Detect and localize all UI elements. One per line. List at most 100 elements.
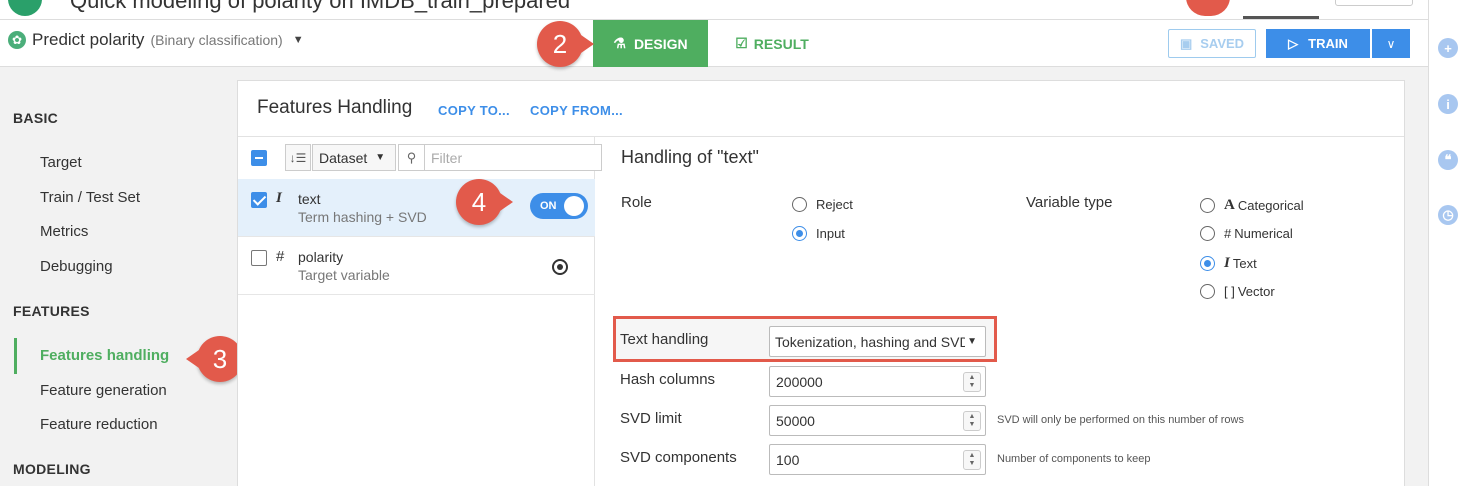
variable-type-radio-vector[interactable]: [ ] Vector: [1200, 284, 1275, 299]
analysis-title: Quick modeling of polarity on IMDB_train…: [70, 0, 571, 13]
text-handling-select[interactable]: Tokenization, hashing and SVD ▼: [769, 326, 986, 357]
svd-components-label: SVD components: [620, 449, 737, 466]
target-icon: [552, 259, 568, 275]
copy-from-link[interactable]: COPY FROM...: [530, 103, 623, 118]
left-navigation: BASIC Target Train / Test Set Metrics De…: [0, 68, 237, 486]
saved-button[interactable]: ▣ SAVED: [1168, 29, 1256, 58]
tab-result-label: RESULT: [753, 35, 809, 52]
nav-item-debugging[interactable]: Debugging: [40, 258, 113, 275]
nav-item-feature-reduction[interactable]: Feature reduction: [40, 416, 158, 433]
role-label: Role: [621, 194, 652, 211]
copy-to-link[interactable]: COPY TO...: [438, 103, 510, 118]
model-type: (Binary classification): [150, 32, 283, 48]
train-dropdown-button[interactable]: ∨: [1372, 29, 1410, 58]
nav-section-modeling: MODELING: [13, 461, 91, 477]
numerical-icon: #: [1224, 226, 1232, 241]
filter-input[interactable]: [425, 146, 595, 169]
nav-section-features: FEATURES: [13, 303, 90, 319]
feature-row-text[interactable]: I text Term hashing + SVD ON: [238, 179, 595, 237]
feature-checkbox[interactable]: [251, 250, 267, 266]
svd-components-input[interactable]: 100 ▲ ▼: [769, 444, 986, 475]
text-type-icon: I: [276, 190, 282, 206]
svd-limit-value: 50000: [776, 412, 815, 429]
nav-item-metrics[interactable]: Metrics: [40, 223, 88, 240]
app-logo[interactable]: [8, 0, 42, 16]
details-title: Handling of "text": [621, 147, 759, 167]
train-button[interactable]: ▷ TRAIN: [1266, 29, 1370, 58]
header-action-button[interactable]: [1335, 0, 1413, 6]
feature-list-toolbar: ↓☰ Dataset ▼ ⚲: [238, 137, 602, 177]
numerical-type-icon: #: [276, 248, 285, 265]
variable-type-radio-numerical[interactable]: # Numerical: [1200, 226, 1293, 241]
radio-button[interactable]: [1200, 226, 1215, 241]
play-icon: ▷: [1288, 35, 1299, 51]
dataset-sort-select[interactable]: Dataset ▼: [312, 144, 396, 171]
feature-details: Handling of "text" Role Reject Input Var…: [596, 137, 1404, 486]
nav-section-basic: BASIC: [13, 110, 59, 126]
discussion-icon[interactable]: ❝: [1438, 150, 1458, 170]
radio-label: Input: [816, 226, 845, 241]
tab-design[interactable]: ⚗ DESIGN: [593, 20, 708, 67]
toggle-label: ON: [540, 200, 557, 212]
role-radio-input[interactable]: Input: [792, 226, 845, 241]
model-title[interactable]: ✿ Predict polarity (Binary classificatio…: [8, 30, 304, 50]
stepper-icon[interactable]: ▲ ▼: [963, 411, 981, 431]
feature-handling-summary: Target variable: [298, 267, 390, 283]
radio-button[interactable]: [1200, 198, 1215, 213]
stepper-icon[interactable]: ▲ ▼: [963, 450, 981, 470]
svd-components-value: 100: [776, 451, 800, 468]
toggle-knob: [564, 196, 584, 216]
variable-type-radio-categorical[interactable]: A Categorical: [1200, 197, 1304, 214]
right-rail: + i ❝ ◷: [1428, 0, 1466, 486]
text-type-icon: I: [1224, 255, 1230, 271]
saved-label: SAVED: [1200, 36, 1245, 51]
radio-button[interactable]: [1200, 284, 1215, 299]
panel-title: Features Handling: [257, 97, 413, 118]
feature-list: ↓☰ Dataset ▼ ⚲ I text Term hashing + SVD…: [238, 137, 602, 486]
hash-columns-label: Hash columns: [620, 371, 716, 388]
callout-2: 2: [537, 21, 594, 67]
search-icon: ⚲: [399, 145, 425, 170]
clock-icon[interactable]: ◷: [1438, 205, 1458, 225]
variable-type-radio-text[interactable]: I Text: [1200, 255, 1257, 272]
feature-checkbox[interactable]: [251, 192, 267, 208]
stepper-icon[interactable]: ▲ ▼: [963, 372, 981, 392]
hash-columns-value: 200000: [776, 373, 823, 390]
radio-label: Categorical: [1237, 198, 1304, 213]
radio-button[interactable]: [1200, 256, 1215, 271]
feature-handling-summary: Term hashing + SVD: [298, 209, 427, 225]
nav-item-train-test-set[interactable]: Train / Test Set: [40, 189, 140, 206]
info-icon[interactable]: i: [1438, 94, 1458, 114]
svd-limit-input[interactable]: 50000 ▲ ▼: [769, 405, 986, 436]
top-header: Quick modeling of polarity on IMDB_train…: [0, 0, 1428, 20]
callout-4: 4: [456, 179, 513, 225]
radio-button[interactable]: [792, 197, 807, 212]
hash-columns-input[interactable]: 200000 ▲ ▼: [769, 366, 986, 397]
model-name: Predict polarity: [32, 30, 145, 49]
radio-label: Numerical: [1234, 226, 1293, 241]
vector-icon: [ ]: [1224, 284, 1235, 299]
select-all-checkbox[interactable]: [251, 150, 267, 166]
tab-result[interactable]: ☑ RESULT: [722, 20, 822, 67]
nav-item-features-handling[interactable]: Features handling: [40, 347, 169, 364]
tab-design-label: DESIGN: [633, 35, 688, 52]
plus-icon[interactable]: +: [1438, 38, 1458, 58]
panel-header: Features Handling COPY TO... COPY FROM..…: [238, 81, 1404, 137]
sort-icon[interactable]: ↓☰: [285, 144, 311, 171]
role-radio-reject[interactable]: Reject: [792, 197, 853, 212]
callout-1: [1186, 0, 1230, 16]
feature-row-polarity[interactable]: # polarity Target variable: [238, 237, 595, 295]
caret-down-icon: ▼: [967, 336, 977, 347]
radio-button[interactable]: [792, 226, 807, 241]
nav-item-feature-generation[interactable]: Feature generation: [40, 382, 167, 399]
text-handling-label: Text handling: [620, 331, 709, 348]
nav-active-indicator: [14, 338, 17, 374]
nav-item-target[interactable]: Target: [40, 154, 82, 171]
model-icon: ✿: [8, 31, 26, 49]
chevron-down-icon[interactable]: ▼: [293, 34, 304, 46]
active-tab-underline: [1243, 16, 1319, 19]
svd-limit-label: SVD limit: [620, 410, 682, 427]
feature-toggle[interactable]: ON: [530, 193, 588, 219]
save-icon: ▣: [1179, 35, 1193, 51]
feature-name: polarity: [298, 249, 344, 265]
